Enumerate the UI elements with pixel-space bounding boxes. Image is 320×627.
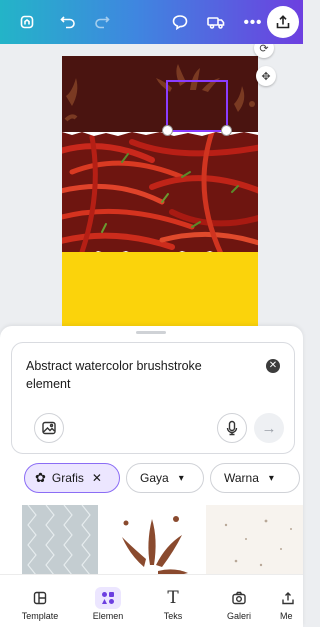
rotate-button[interactable]: ⟳	[254, 44, 274, 58]
elements-icon	[102, 592, 114, 604]
home-button[interactable]	[14, 9, 40, 35]
nav-me[interactable]: Me	[266, 575, 303, 627]
design-canvas[interactable]: ⟳ ✥	[0, 44, 303, 334]
resize-handle[interactable]	[162, 125, 173, 136]
chip-label: Warna	[224, 471, 259, 485]
voice-input-button[interactable]	[217, 413, 247, 443]
yellow-band	[62, 252, 258, 334]
upload-icon	[282, 592, 294, 605]
microphone-icon	[226, 420, 238, 436]
prompt-box[interactable]: Abstract watercolor brushstroke element …	[11, 342, 295, 454]
arrow-right-icon: →	[261, 419, 277, 437]
comment-icon	[172, 15, 188, 31]
prompt-input[interactable]: Abstract watercolor brushstroke element	[26, 357, 246, 393]
home-icon	[20, 15, 34, 29]
drag-handle[interactable]	[136, 331, 166, 334]
nav-elemen[interactable]: Elemen	[80, 575, 136, 627]
chevron-down-icon: ▾	[268, 472, 274, 484]
filter-chip-warna[interactable]: Warna ▾	[210, 463, 300, 493]
more-icon: •••	[243, 13, 263, 31]
upload-icon	[276, 15, 290, 29]
delivery-button[interactable]	[203, 9, 229, 35]
nav-label: Template	[21, 611, 59, 621]
redo-icon	[95, 16, 110, 29]
template-icon	[33, 591, 47, 605]
share-button[interactable]	[267, 6, 299, 38]
truck-icon	[207, 17, 225, 29]
submit-button[interactable]: →	[254, 413, 284, 443]
undo-button[interactable]	[55, 9, 81, 35]
nav-label: Me	[280, 611, 293, 621]
nav-template[interactable]: Template	[12, 575, 68, 627]
more-button[interactable]: •••	[240, 9, 266, 35]
result-thumbnail[interactable]	[22, 505, 98, 575]
text-icon: T	[167, 588, 179, 608]
add-image-button[interactable]	[34, 413, 64, 443]
nav-galeri[interactable]: Galeri	[211, 575, 267, 627]
flower-icon: ✿	[35, 470, 46, 485]
undo-icon	[60, 16, 75, 29]
nav-label: Galeri	[226, 611, 251, 621]
chip-label: Gaya	[140, 471, 169, 485]
resize-handle[interactable]	[221, 125, 232, 136]
brushstroke-decor	[64, 64, 255, 122]
clear-button[interactable]: ✕	[266, 359, 280, 373]
design-page[interactable]	[62, 56, 258, 334]
image-icon	[42, 421, 56, 435]
redo-button[interactable]	[89, 9, 115, 35]
chip-label: Grafis	[51, 471, 84, 485]
move-icon: ✥	[261, 70, 271, 83]
rotate-icon: ⟳	[259, 44, 269, 55]
move-button[interactable]: ✥	[256, 66, 276, 86]
bottom-navigation: Template Elemen T Teks Galeri Me	[0, 574, 303, 627]
close-icon: ✕	[268, 360, 278, 371]
nav-label: Teks	[163, 611, 183, 621]
filter-chip-gaya[interactable]: Gaya ▾	[126, 463, 204, 493]
result-thumbnail[interactable]	[106, 505, 198, 575]
nav-label: Elemen	[92, 611, 124, 621]
dark-brown-band	[62, 56, 258, 136]
result-thumbnail[interactable]	[206, 505, 303, 575]
editor-toolbar: •••	[0, 0, 303, 44]
chevron-down-icon: ▾	[178, 472, 184, 484]
results-grid	[0, 505, 303, 575]
remove-filter-icon[interactable]: ✕	[92, 471, 102, 485]
nav-teks[interactable]: T Teks	[145, 575, 201, 627]
selected-element-frame[interactable]	[162, 80, 232, 136]
comment-button[interactable]	[167, 9, 193, 35]
camera-icon	[232, 591, 246, 605]
filter-chip-grafis[interactable]: ✿ Grafis ✕	[24, 463, 120, 493]
chili-peppers-photo	[62, 132, 258, 256]
